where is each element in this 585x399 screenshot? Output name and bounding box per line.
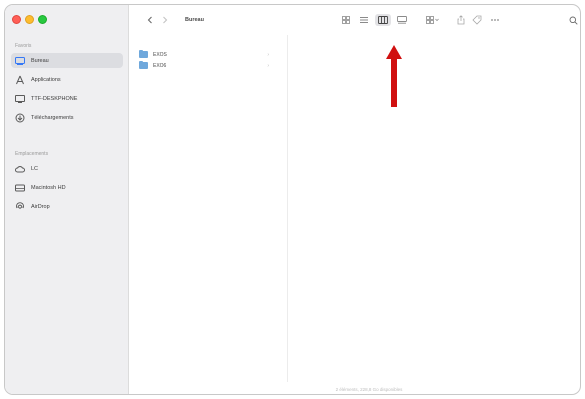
list-view-button[interactable]	[357, 14, 371, 26]
minimize-button[interactable]	[25, 15, 34, 24]
file-name: EXOS	[153, 51, 167, 58]
cloud-icon	[15, 164, 25, 174]
folder-icon	[139, 60, 148, 69]
column-view-button[interactable]	[375, 14, 391, 26]
sidebar-item-macintosh-hd[interactable]: Macintosh HD	[11, 180, 123, 195]
column-divider[interactable]	[287, 35, 288, 382]
sidebar-item-applications[interactable]: Applications	[11, 72, 123, 87]
chevron-left-icon	[147, 16, 153, 24]
gallery-view-button[interactable]	[395, 14, 409, 26]
back-button[interactable]	[145, 15, 155, 25]
sidebar-item-telechargements[interactable]: Téléchargements	[11, 110, 123, 125]
search-icon	[569, 16, 578, 25]
group-button[interactable]	[423, 14, 441, 26]
sidebar-item-bureau[interactable]: Bureau	[11, 53, 123, 68]
close-button[interactable]	[12, 15, 21, 24]
file-row-exos[interactable]: EXOS ›	[135, 49, 275, 60]
share-icon	[457, 15, 465, 25]
main-area: Bureau EXOS › EXO6 › 2 éléments, 228,8 G…	[129, 5, 580, 394]
airdrop-icon	[15, 201, 25, 212]
sidebar-item-lc[interactable]: LC	[11, 161, 123, 176]
download-icon	[15, 113, 25, 123]
display-icon	[15, 94, 25, 104]
forward-button[interactable]	[160, 15, 170, 25]
sidebar-item-label: Téléchargements	[31, 114, 74, 121]
chevron-right-icon: ›	[267, 62, 269, 69]
applications-icon	[15, 75, 25, 85]
sidebar-item-label: Bureau	[31, 57, 49, 64]
column-view-icon	[378, 16, 388, 24]
zoom-button[interactable]	[38, 15, 47, 24]
window-controls	[12, 15, 47, 24]
sidebar-item-airdrop[interactable]: AirDrop	[11, 199, 123, 214]
folder-icon	[139, 49, 148, 58]
icon-view-button[interactable]	[339, 14, 353, 26]
sidebar-item-label: AirDrop	[31, 203, 50, 210]
tag-icon	[472, 15, 482, 25]
sidebar-item-label: TTF-DESKPHONE	[31, 95, 78, 102]
file-row-exo6[interactable]: EXO6 ›	[135, 60, 275, 71]
sidebar-section-favorites: Favoris	[15, 43, 32, 49]
window-title: Bureau	[185, 17, 204, 23]
more-icon	[490, 18, 500, 22]
sidebar-item-label: Macintosh HD	[31, 184, 66, 191]
annotation-arrow-icon	[386, 45, 402, 107]
toolbar: Bureau	[129, 5, 580, 35]
sidebar-section-locations: Emplacements	[15, 151, 49, 157]
sidebar-item-label: LC	[31, 165, 39, 172]
group-icon	[425, 16, 439, 24]
tag-button[interactable]	[471, 14, 483, 26]
desktop-icon	[15, 56, 25, 66]
gallery-view-icon	[397, 16, 407, 24]
disk-icon	[15, 183, 25, 193]
sidebar-item-ttf-deskphone[interactable]: TTF-DESKPHONE	[11, 91, 123, 106]
share-button[interactable]	[455, 14, 467, 26]
file-column: EXOS › EXO6 ›	[135, 49, 275, 71]
search-button[interactable]	[567, 14, 579, 26]
finder-window: Favoris Bureau Applications TTF-DESKPHON…	[4, 4, 581, 395]
sidebar-item-label: Applications	[31, 76, 61, 83]
chevron-right-icon	[162, 16, 168, 24]
more-button[interactable]	[489, 14, 501, 26]
icon-view-icon	[342, 16, 350, 24]
list-view-icon	[360, 16, 368, 24]
chevron-right-icon: ›	[267, 51, 269, 58]
file-name: EXO6	[153, 62, 167, 69]
status-bar: 2 éléments, 228,8 Go disponibles	[335, 387, 403, 392]
sidebar: Favoris Bureau Applications TTF-DESKPHON…	[5, 5, 129, 394]
